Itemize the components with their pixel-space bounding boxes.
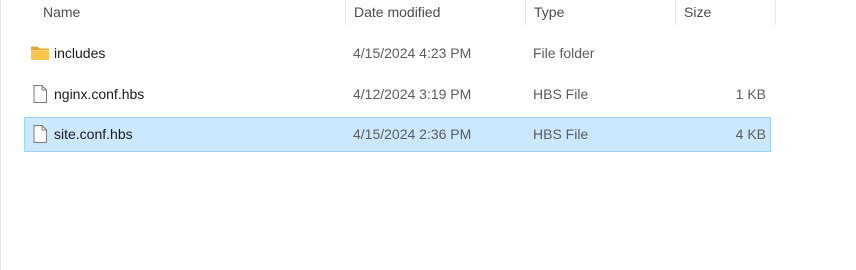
- file-type: HBS File: [533, 126, 589, 142]
- file-icon: [30, 84, 50, 104]
- file-row-nginx-conf-hbs[interactable]: nginx.conf.hbs 4/12/2024 3:19 PM HBS Fil…: [24, 77, 771, 112]
- file-size: 1 KB: [735, 86, 766, 102]
- file-type: HBS File: [533, 86, 589, 102]
- file-name: nginx.conf.hbs: [54, 86, 145, 102]
- column-header-name[interactable]: Name: [35, 0, 345, 25]
- file-date-modified: 4/15/2024 4:23 PM: [353, 45, 472, 61]
- file-row-includes[interactable]: includes 4/15/2024 4:23 PM File folder: [24, 36, 771, 71]
- column-header-row: Name Date modified Type Size: [0, 0, 856, 25]
- folder-icon: [30, 43, 50, 63]
- column-header-type[interactable]: Type: [526, 0, 675, 25]
- file-date-modified: 4/12/2024 3:19 PM: [353, 86, 472, 102]
- file-name: includes: [54, 45, 106, 61]
- file-type: File folder: [533, 45, 595, 61]
- column-header-date-modified[interactable]: Date modified: [346, 0, 525, 25]
- pane-left-border: [0, 0, 1, 270]
- column-divider[interactable]: [775, 0, 776, 25]
- file-size: [677, 37, 766, 70]
- file-row-site-conf-hbs[interactable]: site.conf.hbs 4/15/2024 2:36 PM HBS File…: [24, 117, 771, 152]
- file-name: site.conf.hbs: [54, 126, 133, 142]
- column-header-size[interactable]: Size: [676, 0, 775, 25]
- file-date-modified: 4/15/2024 2:36 PM: [353, 126, 472, 142]
- file-size: 4 KB: [735, 126, 766, 142]
- file-icon: [30, 124, 50, 144]
